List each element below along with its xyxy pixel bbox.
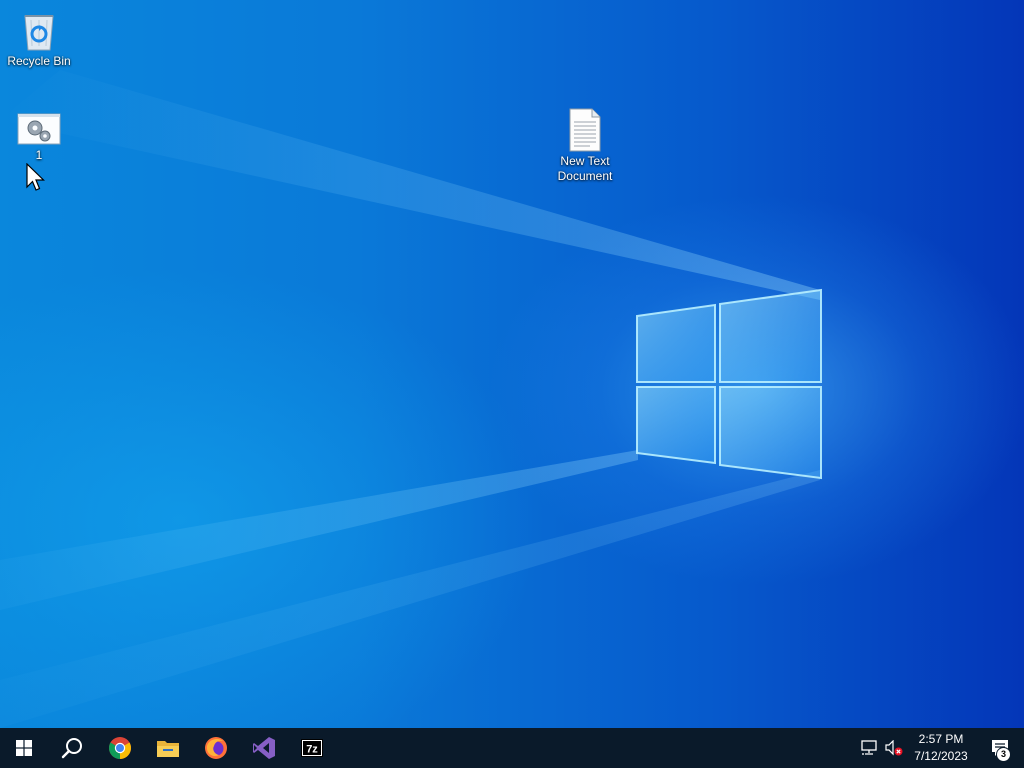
tray-volume-button[interactable] <box>882 728 906 768</box>
action-center-button[interactable]: 3 <box>976 728 1024 768</box>
desktop-icon-1[interactable]: 1 <box>1 112 77 163</box>
firefox-icon <box>205 737 227 759</box>
taskbar-firefox-button[interactable] <box>192 728 240 768</box>
chrome-icon <box>109 737 131 759</box>
desktop-icon-label: 1 <box>35 148 43 162</box>
desktop-icon-recycle-bin[interactable]: Recycle Bin <box>1 8 77 69</box>
taskbar-chrome-button[interactable] <box>96 728 144 768</box>
desktop[interactable]: Recycle Bin 1 New Text Document <box>0 0 1024 728</box>
search-icon <box>61 738 82 759</box>
taskbar-clock[interactable]: 2:57 PM 7/12/2023 <box>906 728 976 768</box>
windows-start-icon <box>16 740 32 756</box>
folder-icon <box>157 741 179 757</box>
desktop-icon-new-text-document[interactable]: New Text Document <box>547 108 623 184</box>
notification-count-badge: 3 <box>996 747 1011 762</box>
windows-logo <box>636 288 822 480</box>
clock-date: 7/12/2023 <box>914 749 968 763</box>
search-button[interactable] <box>48 728 96 768</box>
volume-muted-icon <box>885 740 903 756</box>
mouse-cursor-icon <box>26 163 45 191</box>
recycle-bin-icon <box>24 15 54 51</box>
visual-studio-icon <box>253 737 275 759</box>
system-tray: 2:57 PM 7/12/2023 3 <box>858 728 1024 768</box>
taskbar-file-explorer-button[interactable] <box>144 728 192 768</box>
desktop-icon-label: Recycle Bin <box>7 54 71 68</box>
start-button[interactable] <box>0 728 48 768</box>
taskbar-visual-studio-button[interactable] <box>240 728 288 768</box>
taskbar: 7z 2:57 PM 7/12/2023 3 <box>0 728 1024 768</box>
svg-text:7z: 7z <box>306 744 318 756</box>
7zip-icon: 7z <box>301 739 323 757</box>
clock-time: 2:57 PM <box>918 732 964 746</box>
text-document-icon <box>569 108 601 152</box>
network-disconnected-icon <box>861 740 877 755</box>
taskbar-7zip-button[interactable]: 7z <box>288 728 336 768</box>
desktop-icon-label: New Text Document <box>557 154 613 183</box>
tray-network-button[interactable] <box>858 728 882 768</box>
settings-gear-window-icon <box>17 113 61 145</box>
